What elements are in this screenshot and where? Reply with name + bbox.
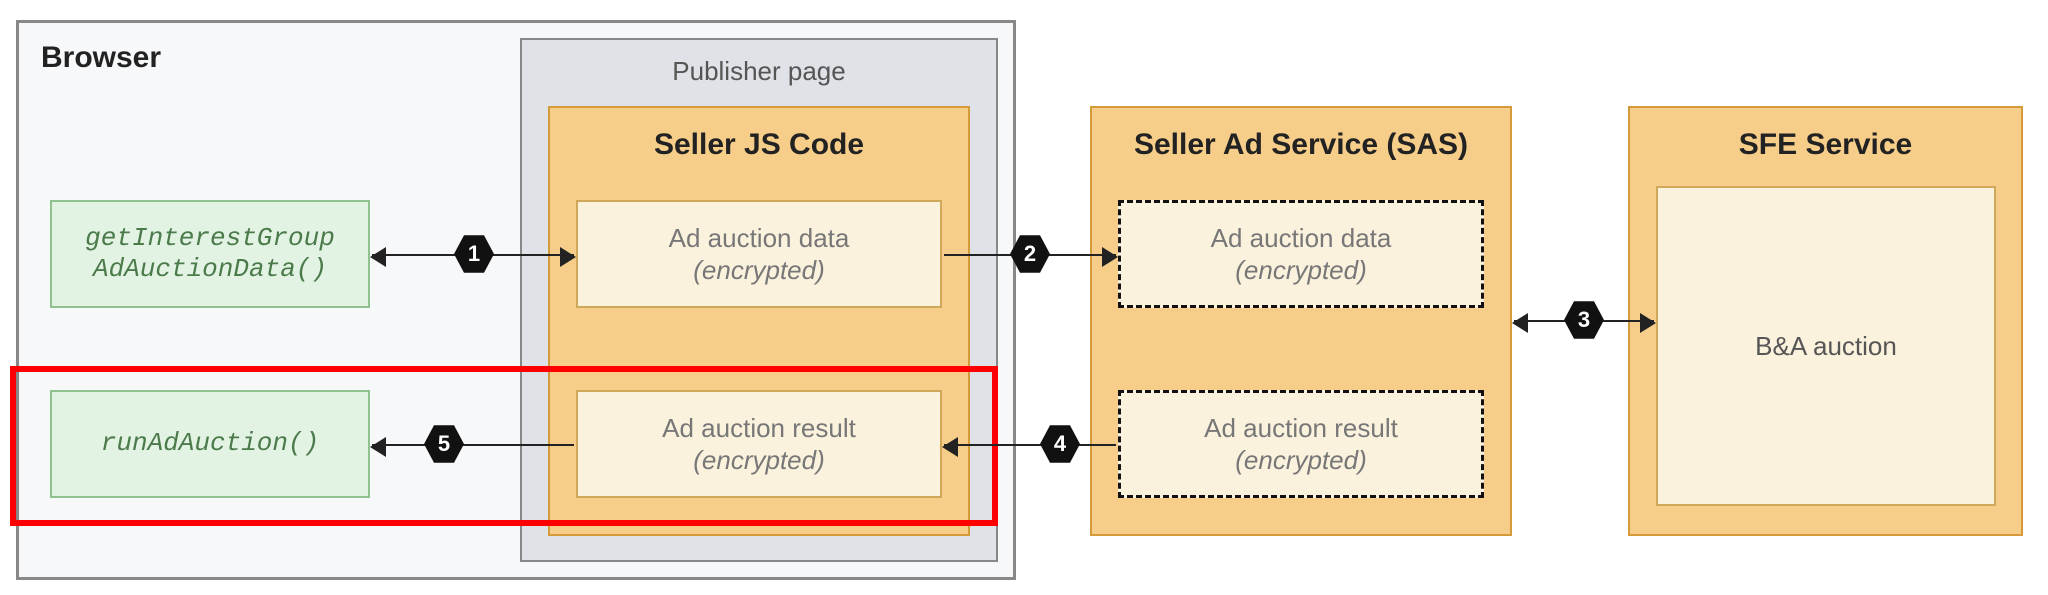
text-line: Ad auction data [669, 222, 850, 255]
step-badge-2: 2 [1010, 234, 1050, 274]
sas-title: Seller Ad Service (SAS) [1092, 128, 1510, 162]
text-line: (encrypted) [693, 444, 825, 477]
api-run-ad-auction: runAdAuction() [50, 390, 370, 498]
publisher-page-title: Publisher page [522, 56, 996, 87]
text-line: Ad auction result [1204, 412, 1398, 445]
step-badge-3: 3 [1564, 300, 1604, 340]
text-line: B&A auction [1755, 330, 1897, 363]
sas-ad-data: Ad auction data (encrypted) [1118, 200, 1484, 308]
sas-ad-result: Ad auction result (encrypted) [1118, 390, 1484, 498]
seller-js-ad-result: Ad auction result (encrypted) [576, 390, 942, 498]
text-line: (encrypted) [1235, 444, 1367, 477]
text-line: Ad auction result [662, 412, 856, 445]
connector-4 [944, 444, 1116, 446]
text-line: (encrypted) [693, 254, 825, 287]
seller-js-ad-data: Ad auction data (encrypted) [576, 200, 942, 308]
connector-5 [372, 444, 574, 446]
text-line: (encrypted) [1235, 254, 1367, 287]
api-get-interest-group: getInterestGroup AdAuctionData() [50, 200, 370, 308]
browser-title: Browser [41, 41, 161, 75]
sfe-title: SFE Service [1630, 128, 2021, 162]
sfe-content: B&A auction [1656, 186, 1996, 506]
step-badge-4: 4 [1040, 424, 1080, 464]
seller-js-title: Seller JS Code [550, 128, 968, 162]
diagram-stage: Browser Publisher page Seller JS Code Ad… [0, 0, 2048, 595]
text-line: Ad auction data [1211, 222, 1392, 255]
